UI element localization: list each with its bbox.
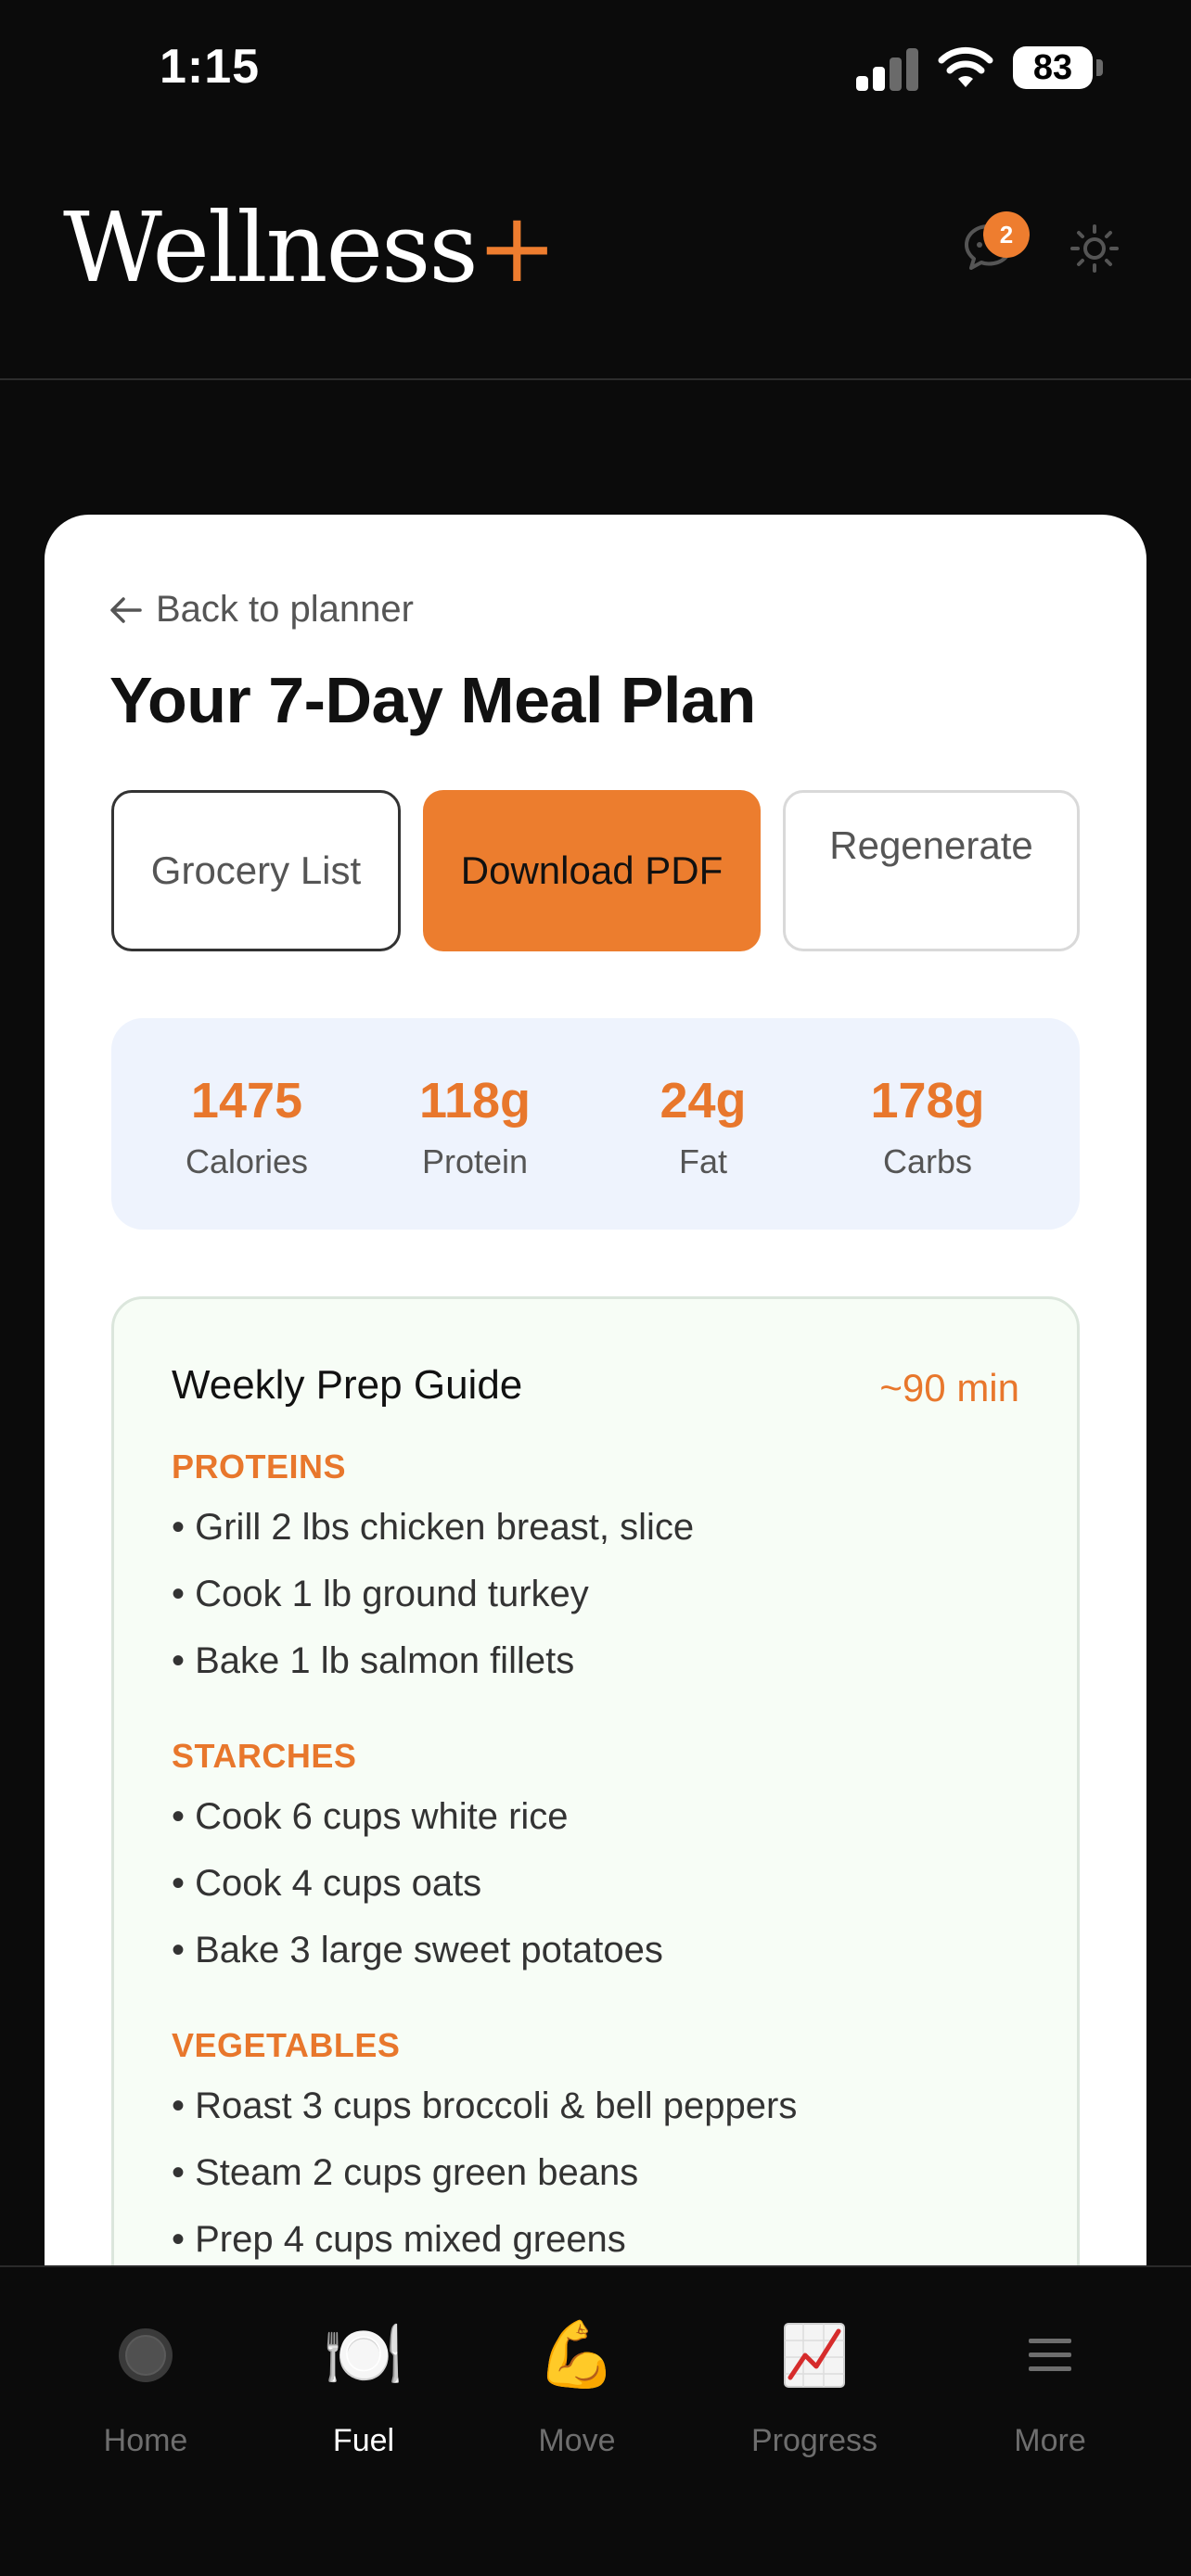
cellular-signal-icon — [856, 48, 919, 91]
chat-badge: 2 — [983, 211, 1030, 258]
macro-label: Carbs — [882, 1142, 973, 1180]
logo-plus: + — [476, 191, 557, 304]
prep-item: • Cook 4 cups oats — [172, 1863, 482, 1904]
prep-section-title: STARCHES — [172, 1737, 357, 1775]
arrow-left-icon — [110, 596, 142, 623]
macro-label: Fat — [678, 1142, 727, 1180]
menu-icon — [948, 2314, 1152, 2397]
prep-item: • Steam 2 cups green beans — [172, 2152, 639, 2193]
macro-value: 1475 — [190, 1073, 303, 1129]
prep-item: • Bake 1 lb salmon fillets — [172, 1640, 575, 1681]
nav-more[interactable]: More — [948, 2314, 1152, 2459]
nav-label: Progress — [750, 2423, 878, 2458]
back-to-planner-link[interactable]: Back to planner — [109, 589, 414, 631]
macro-value: 118g — [418, 1073, 531, 1129]
prep-item: • Cook 1 lb ground turkey — [172, 1574, 589, 1614]
prep-section-title: PROTEINS — [172, 1447, 347, 1486]
macro-protein: 118g Protein — [364, 1072, 586, 1181]
meal-plan-card: Back to planner Your 7-Day Meal Plan Gro… — [45, 515, 1146, 2276]
app-header: Wellness+ — [0, 139, 1191, 380]
bottom-nav: Home 🍽️ Fuel 💪 Move Progress More — [0, 2265, 1191, 2576]
app-root: 1:15 83 Wellness+ 2 Back to planner Your… — [0, 0, 1191, 2576]
prep-section-title: VEGETABLES — [172, 2026, 401, 2064]
prep-section-proteins: PROTEINS • Grill 2 lbs chicken breast, sl… — [172, 1447, 1044, 1700]
macro-carbs: 178g Carbs — [816, 1072, 1039, 1181]
battery-tip — [1096, 59, 1103, 76]
macro-fat: 24g Fat — [592, 1072, 814, 1181]
prep-item: • Grill 2 lbs chicken breast, slice — [172, 1507, 695, 1548]
nav-label: Home — [103, 2423, 188, 2458]
regenerate-button[interactable]: Regenerate — [783, 790, 1080, 951]
status-bar: 1:15 83 — [0, 0, 1191, 139]
plate-icon: 🍽️ — [323, 2318, 404, 2391]
macro-summary: 1475 Calories 118g Protein 24g Fat 178g Carbs — [111, 1018, 1080, 1230]
home-circle-icon — [44, 2314, 248, 2397]
macro-label: Calories — [185, 1142, 309, 1180]
grocery-list-button[interactable]: Grocery List — [111, 790, 401, 951]
nav-move[interactable]: 💪 Move — [475, 2314, 679, 2459]
nav-label: Fuel — [332, 2423, 395, 2458]
sun-icon[interactable] — [1067, 221, 1122, 276]
prep-section-starches: STARCHES • Cook 6 cups white rice • Cook 4… — [172, 1737, 1044, 1989]
prep-item: • Cook 6 cups white rice — [172, 1796, 569, 1837]
nav-label: Move — [538, 2423, 616, 2458]
prep-item: • Roast 3 cups broccoli & bell peppers — [172, 2085, 798, 2126]
battery-indicator: 83 — [1013, 46, 1093, 89]
prep-section-vegetables: VEGETABLES • Roast 3 cups broccoli & bell… — [172, 2026, 1044, 2276]
flexed-biceps-icon: 💪 — [536, 2318, 618, 2391]
prep-guide-time: ~90 min — [879, 1366, 1019, 1409]
back-link-label: Back to planner — [156, 589, 414, 630]
macro-label: Protein — [421, 1142, 529, 1180]
wifi-icon — [938, 46, 993, 87]
chart-increasing-icon — [712, 2314, 916, 2397]
weekly-prep-guide: Weekly Prep Guide ~90 min PROTEINS • Gril… — [111, 1296, 1080, 2276]
logo-text: Wellness — [63, 191, 479, 304]
nav-fuel[interactable]: 🍽️ Fuel — [262, 2314, 466, 2459]
page-title: Your 7-Day Meal Plan — [109, 664, 756, 736]
app-logo: Wellness+ — [63, 191, 557, 304]
prep-item: • Bake 3 large sweet potatoes — [172, 1930, 663, 1970]
macro-calories: 1475 Calories — [135, 1072, 358, 1181]
nav-home[interactable]: Home — [44, 2314, 248, 2459]
macro-value: 24g — [660, 1073, 747, 1129]
prep-guide-title: Weekly Prep Guide — [172, 1362, 523, 1408]
download-pdf-button[interactable]: Download PDF — [423, 790, 761, 951]
status-time: 1:15 — [160, 40, 261, 94]
nav-label: More — [1014, 2423, 1086, 2458]
macro-value: 178g — [870, 1073, 985, 1129]
nav-progress[interactable]: Progress — [712, 2314, 916, 2459]
